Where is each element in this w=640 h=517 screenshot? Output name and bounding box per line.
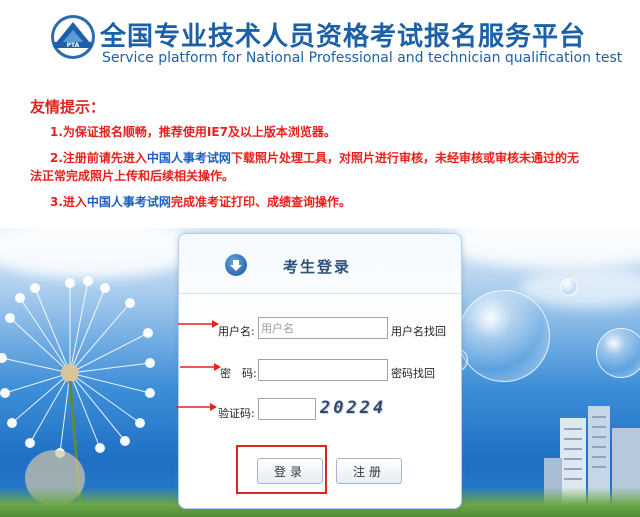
site-title: 全国专业技术人员资格考试报名服务平台: [100, 22, 587, 52]
exam-site-link-2[interactable]: 中国人事考试网: [87, 195, 171, 209]
annotation-arrow-icon: [180, 363, 221, 371]
password-input[interactable]: [258, 359, 388, 381]
notice-item-2-suffix: 下载照片处理工具，对照片进行审核，未经审核或审核未通过的无: [230, 150, 579, 165]
exam-site-link[interactable]: 中国人事考试网: [147, 151, 231, 165]
username-input[interactable]: [258, 317, 388, 339]
svg-text:PTA: PTA: [67, 42, 80, 49]
password-label: 密 码:: [220, 367, 257, 380]
login-title: 考生登录: [283, 258, 352, 276]
bubble-decoration: [596, 328, 640, 378]
notice-item-3-suffix: 完成准考证打印、成绩查询操作。: [170, 195, 351, 210]
notice-heading: 友情提示：: [30, 98, 106, 116]
notice-item-1: 1.为保证报名顺畅，推荐使用IE7及以上版本浏览器。: [50, 125, 336, 140]
pta-logo-icon: PTA: [51, 15, 95, 59]
notice-section: 友情提示： 1.为保证报名顺畅，推荐使用IE7及以上版本浏览器。 2.注册前请先…: [30, 96, 630, 219]
bubble-decoration: [458, 290, 550, 382]
username-label: 用户名:: [218, 325, 255, 338]
cloud-decoration: [520, 268, 640, 308]
username-recover-link[interactable]: 用户名找回: [391, 323, 446, 339]
dandelion-image: [0, 276, 155, 517]
annotation-arrow-icon: [176, 403, 217, 411]
annotation-arrow-icon: [178, 320, 219, 328]
notice-item-2-prefix: 2.注册前请先进入: [50, 150, 147, 165]
login-panel-header: 考生登录: [179, 234, 461, 294]
cloud-decoration: [440, 228, 640, 268]
notice-item-2: 2.注册前请先进入中国人事考试网下载照片处理工具，对照片进行审核，未经审核或审核…: [30, 149, 630, 186]
arrow-down-circle-icon: [225, 254, 247, 276]
site-subtitle: Service platform for National Profession…: [102, 50, 623, 66]
notice-item-2-cont: 法正常完成照片上传和后续相关操作。: [30, 169, 235, 184]
captcha-input[interactable]: [258, 398, 316, 420]
password-recover-link[interactable]: 密码找回: [391, 365, 435, 381]
captcha-label: 验证码:: [218, 407, 255, 420]
register-button[interactable]: 注册: [336, 458, 402, 484]
bubble-decoration: [560, 278, 578, 296]
notice-item-3: 3.进入中国人事考试网完成准考证打印、成绩查询操作。: [50, 193, 630, 212]
page-header: PTA 全国专业技术人员资格考试报名服务平台 Service platform …: [0, 0, 640, 80]
notice-item-3-prefix: 3.进入: [50, 195, 87, 210]
highlight-box: [236, 445, 327, 494]
captcha-image[interactable]: 20224: [320, 398, 383, 420]
